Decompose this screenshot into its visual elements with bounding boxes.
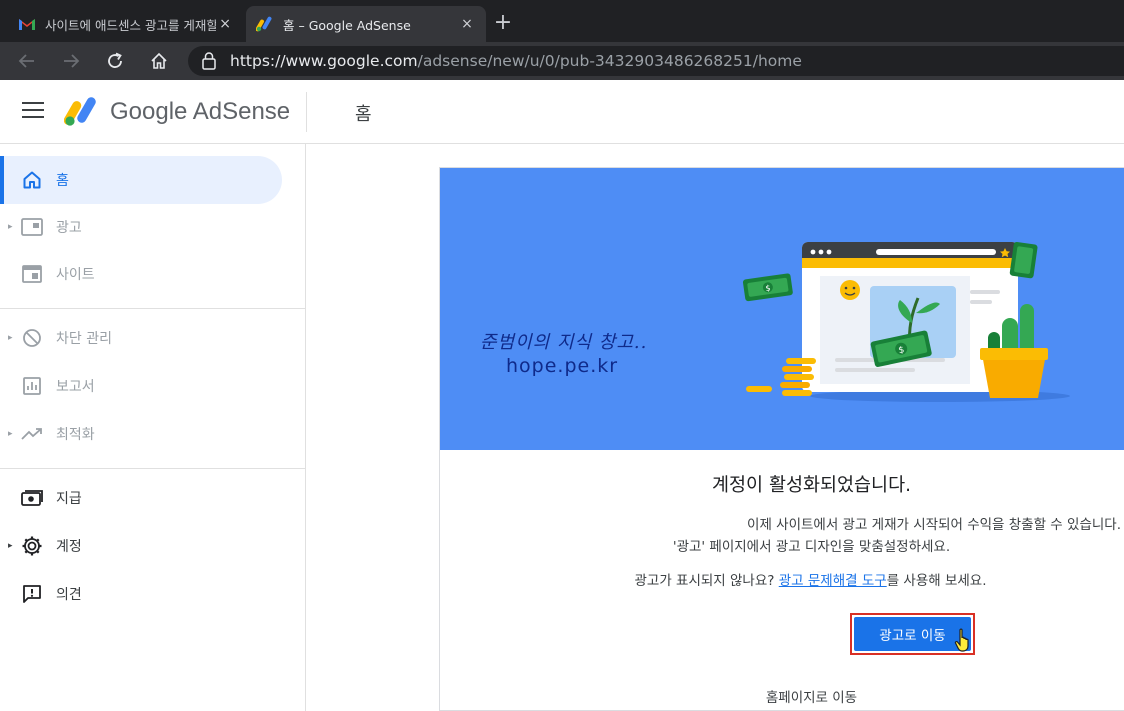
home-icon[interactable] bbox=[147, 50, 171, 72]
expand-arrow-icon: ▸ bbox=[8, 429, 13, 439]
sidebar-divider bbox=[0, 468, 306, 469]
new-tab-button[interactable]: + bbox=[492, 12, 514, 35]
description-line-1: 이제 사이트에서 광고 게재가 시작되어 수익을 창출할 수 있습니다. bbox=[747, 517, 1121, 533]
tab-title: 홈 – Google AdSense bbox=[283, 17, 411, 33]
watermark-text: 준범이의 지식 창고.. bbox=[480, 332, 648, 353]
activation-card: 준범이의 지식 창고.. hope.pe.kr $ $ 계정이 활성화되었습니다… bbox=[439, 167, 1124, 711]
sidebar-item-label: 홈 bbox=[56, 173, 69, 189]
tab-gmail[interactable]: 사이트에 애드센스 광고를 게재할 × bbox=[8, 6, 244, 42]
sidebar-item-label: 차단 관리 bbox=[56, 331, 112, 347]
browser-tab-bar: 사이트에 애드센스 광고를 게재할 × 홈 – Google AdSense ×… bbox=[0, 0, 1124, 42]
ads-icon bbox=[21, 216, 43, 238]
sidebar: 홈 ▸ 광고 사이트 ▸ 차단 관리 보고서 ▸ 최적화 지급 ▸ 계정 의견 bbox=[0, 144, 306, 711]
close-icon[interactable]: × bbox=[216, 16, 234, 32]
help-prefix: 광고가 표시되지 않나요? bbox=[634, 573, 779, 589]
home-icon bbox=[21, 169, 43, 191]
activation-headline: 계정이 활성화되었습니다. bbox=[712, 475, 911, 496]
back-icon[interactable] bbox=[15, 50, 39, 72]
sidebar-item-reports[interactable]: 보고서 bbox=[0, 362, 282, 410]
sidebar-item-label: 광고 bbox=[56, 220, 82, 236]
hero-banner: 준범이의 지식 창고.. hope.pe.kr $ $ bbox=[440, 168, 1124, 450]
sidebar-item-home[interactable]: 홈 bbox=[0, 156, 282, 204]
sidebar-divider bbox=[0, 308, 306, 309]
sidebar-item-label: 사이트 bbox=[56, 267, 95, 283]
reload-icon[interactable] bbox=[103, 50, 127, 72]
reports-icon bbox=[21, 375, 43, 397]
app-header: Google AdSense 홈 bbox=[0, 80, 1124, 144]
go-to-homepage-link[interactable]: 홈페이지로 이동 bbox=[440, 686, 1124, 706]
troubleshooter-link[interactable]: 광고 문제해결 도구 bbox=[779, 573, 887, 589]
payments-icon bbox=[21, 487, 43, 509]
help-suffix: 를 사용해 보세요. bbox=[886, 573, 987, 589]
brand-name: Google AdSense bbox=[110, 98, 291, 125]
description-line-2: '광고' 페이지에서 광고 디자인을 맞춤설정하세요. bbox=[672, 539, 951, 555]
sidebar-item-label: 의견 bbox=[56, 587, 82, 603]
gmail-icon bbox=[18, 15, 36, 33]
page-title: 홈 bbox=[355, 104, 372, 125]
sidebar-item-label: 최적화 bbox=[56, 427, 95, 443]
sidebar-item-ads[interactable]: ▸ 광고 bbox=[0, 203, 282, 251]
settings-icon bbox=[21, 535, 43, 557]
url-host: https://www.google.com bbox=[230, 52, 418, 70]
website-illustration: $ $ bbox=[742, 242, 1070, 402]
sites-icon bbox=[21, 263, 43, 285]
sidebar-item-label: 계정 bbox=[56, 539, 82, 555]
close-icon[interactable]: × bbox=[458, 16, 476, 32]
sidebar-item-optimization[interactable]: ▸ 최적화 bbox=[0, 410, 282, 458]
forward-icon[interactable] bbox=[59, 50, 83, 72]
header-divider bbox=[306, 92, 307, 132]
expand-arrow-icon: ▸ bbox=[8, 222, 13, 232]
tab-adsense[interactable]: 홈 – Google AdSense × bbox=[246, 6, 486, 42]
url-path: /adsense/new/u/0/pub-3432903486268251/ho… bbox=[417, 52, 802, 70]
help-text: 광고가 표시되지 않나요? 광고 문제해결 도구를 사용해 보세요. bbox=[440, 569, 1124, 589]
expand-arrow-icon: ▸ bbox=[8, 541, 13, 551]
sidebar-item-account[interactable]: ▸ 계정 bbox=[0, 522, 282, 570]
sidebar-item-feedback[interactable]: 의견 bbox=[0, 570, 282, 618]
feedback-icon bbox=[21, 583, 43, 605]
tab-title: 사이트에 애드센스 광고를 게재할 bbox=[45, 17, 217, 33]
optimize-icon bbox=[21, 423, 43, 445]
lock-icon bbox=[202, 52, 220, 70]
block-icon bbox=[21, 327, 43, 349]
hand-cursor-icon bbox=[954, 628, 969, 652]
adsense-icon bbox=[256, 15, 274, 33]
expand-arrow-icon: ▸ bbox=[8, 333, 13, 343]
sidebar-item-label: 보고서 bbox=[56, 379, 95, 395]
sidebar-item-blocking[interactable]: ▸ 차단 관리 bbox=[0, 314, 282, 362]
adsense-logo-icon bbox=[63, 96, 98, 126]
menu-icon[interactable] bbox=[22, 102, 44, 122]
sidebar-item-payments[interactable]: 지급 bbox=[0, 474, 282, 522]
watermark-url: hope.pe.kr bbox=[506, 355, 619, 377]
sidebar-item-label: 지급 bbox=[56, 491, 82, 507]
url-field[interactable]: https://www.google.com/adsense/new/u/0/p… bbox=[188, 46, 1124, 76]
sidebar-item-sites[interactable]: 사이트 bbox=[0, 250, 282, 298]
address-bar-row: https://www.google.com/adsense/new/u/0/p… bbox=[0, 42, 1124, 80]
